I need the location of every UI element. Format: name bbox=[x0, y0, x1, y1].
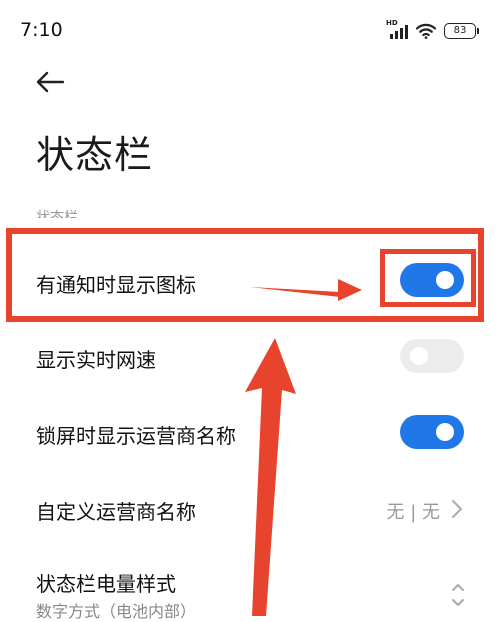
chevron-updown-icon[interactable] bbox=[450, 580, 466, 610]
setting-label: 有通知时显示图标 bbox=[36, 273, 196, 297]
chevron-right-icon bbox=[452, 500, 462, 518]
arrow-left-icon bbox=[36, 71, 65, 93]
battery-icon: 83 bbox=[444, 23, 479, 39]
signal-icon: HD bbox=[386, 19, 408, 39]
toggle-knob bbox=[436, 423, 454, 441]
status-time: 7:10 bbox=[20, 19, 63, 41]
custom-carrier-value: 无 | 无 bbox=[386, 502, 440, 523]
setting-row-battery-style[interactable]: 状态栏电量样式 数字方式（电池内部） bbox=[0, 556, 500, 621]
setting-label: 自定义运营商名称 bbox=[36, 500, 196, 524]
setting-label: 锁屏时显示运营商名称 bbox=[36, 424, 236, 448]
status-icons: HD 83 bbox=[386, 19, 479, 40]
setting-row-notification-icons[interactable]: 有通知时显示图标 bbox=[0, 245, 500, 315]
status-bar: 7:10 HD 83 bbox=[0, 0, 500, 62]
battery-level: 83 bbox=[453, 25, 467, 36]
network-speed-toggle[interactable] bbox=[400, 339, 464, 373]
wifi-icon bbox=[416, 23, 436, 39]
setting-sublabel: 数字方式（电池内部） bbox=[36, 602, 197, 621]
setting-label: 状态栏电量样式 bbox=[36, 572, 176, 596]
setting-row-network-speed[interactable]: 显示实时网速 bbox=[0, 322, 500, 392]
notification-icons-toggle[interactable] bbox=[400, 263, 464, 297]
back-button[interactable] bbox=[34, 70, 66, 94]
setting-row-lockscreen-carrier[interactable]: 锁屏时显示运营商名称 bbox=[0, 398, 500, 468]
setting-row-custom-carrier[interactable]: 自定义运营商名称 无 | 无 bbox=[0, 474, 500, 544]
section-header: 状态栏 bbox=[36, 210, 78, 218]
setting-label: 显示实时网速 bbox=[36, 348, 156, 372]
page-title: 状态栏 bbox=[36, 133, 154, 177]
toggle-knob bbox=[410, 347, 428, 365]
lockscreen-carrier-toggle[interactable] bbox=[400, 415, 464, 449]
toggle-knob bbox=[436, 271, 454, 289]
